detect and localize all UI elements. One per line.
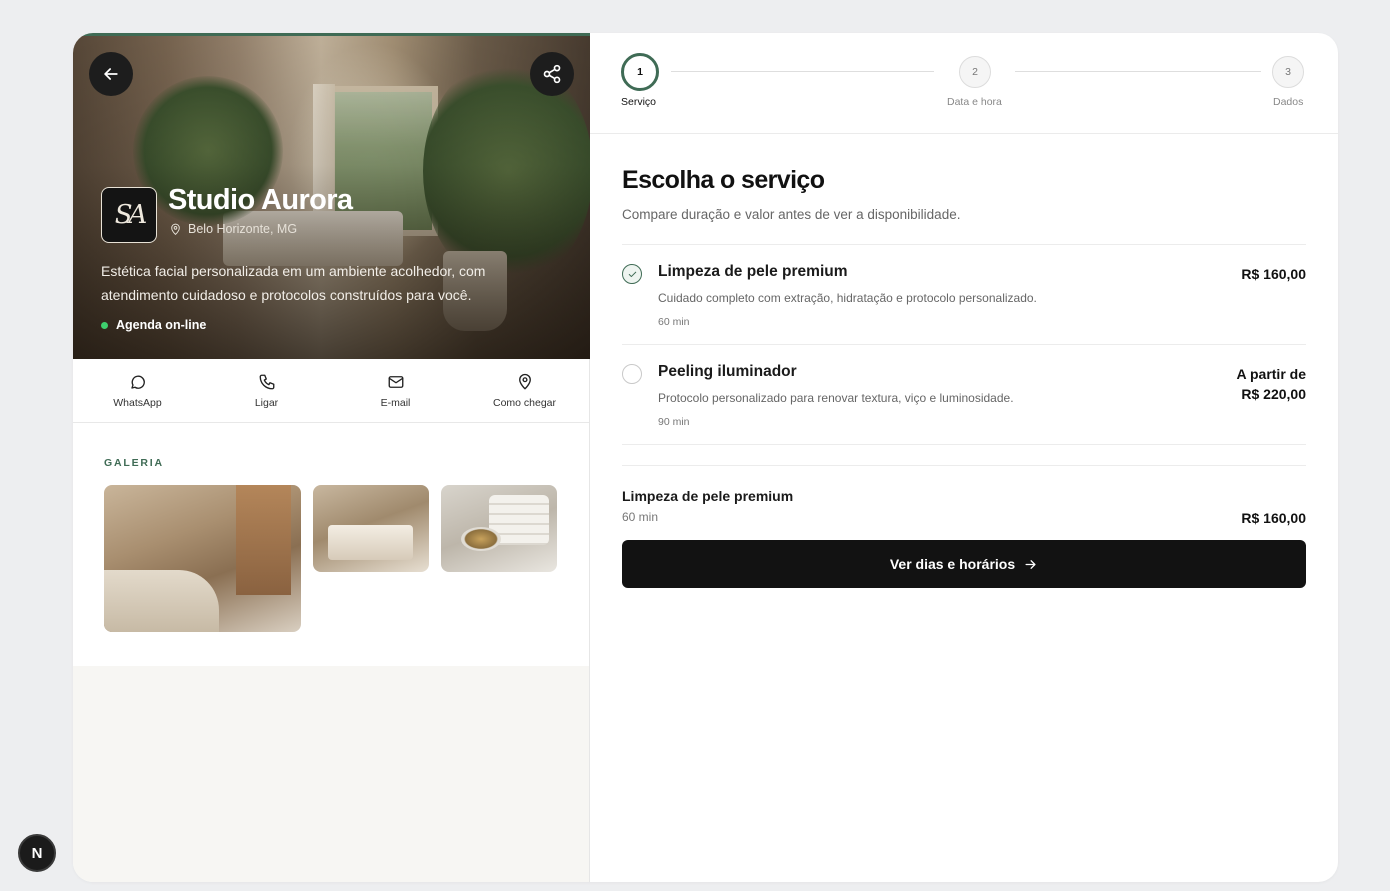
cta-label: Ver dias e horários (889, 556, 1016, 572)
service-duration: 60 min (658, 316, 690, 328)
gallery-title: GALERIA (104, 457, 164, 469)
service-option[interactable]: Limpeza de pele premium Cuidado completo… (622, 245, 1306, 345)
mail-icon (388, 375, 403, 388)
studio-location: Belo Horizonte, MG (169, 222, 297, 236)
phone-icon (259, 374, 274, 389)
share-button[interactable] (530, 52, 574, 96)
studio-description: Estética facial personalizada em um ambi… (101, 263, 486, 303)
price-value: R$ 160,00 (1241, 266, 1306, 282)
action-email[interactable]: E-mail (331, 359, 460, 422)
contact-actions: WhatsApp Ligar E-mail Como chegar (73, 359, 589, 423)
gallery-image-treatment-room[interactable] (313, 485, 429, 572)
studio-panel: SA Studio Aurora Belo Horizonte, MG Esté… (73, 33, 590, 882)
studio-name: Studio Aurora (168, 184, 353, 216)
action-call[interactable]: Ligar (202, 359, 331, 422)
service-duration: 90 min (658, 416, 690, 428)
step-3-label: Dados (1273, 96, 1304, 108)
location-text: Belo Horizonte, MG (188, 222, 298, 236)
summary-price: R$ 160,00 (1241, 510, 1306, 526)
map-pin-icon (171, 223, 180, 235)
booking-stepper: 1 Serviço 2 Data e hora 3 Dados (590, 33, 1338, 134)
gallery-section: GALERIA (73, 423, 589, 666)
action-label: Ligar (254, 396, 279, 409)
summary-service-name: Limpeza de pele premium (622, 488, 794, 504)
arrow-left-icon (104, 68, 118, 80)
price-prefix: A partir de (1236, 366, 1307, 382)
back-button[interactable] (89, 52, 133, 96)
map-pin-icon (518, 373, 531, 389)
status-badge: Agenda on-line (101, 318, 206, 332)
studio-logo: SA (101, 187, 157, 243)
check-icon (628, 271, 636, 277)
step-3-circle[interactable]: 3 (1272, 56, 1304, 88)
service-name: Peeling iluminador (658, 363, 797, 380)
dev-tools-badge[interactable]: N (18, 834, 56, 872)
service-price: R$ 160,00 (1241, 264, 1306, 284)
logo-initials: SA (114, 200, 148, 230)
service-option[interactable]: Peeling iluminador Protocolo personaliza… (622, 345, 1306, 445)
service-list: Limpeza de pele premium Cuidado completo… (622, 244, 1306, 445)
service-description: Cuidado completo com extração, hidrataçã… (658, 291, 1037, 305)
page-subtitle: Compare duração e valor antes de ver a d… (622, 207, 961, 222)
action-label: E-mail (380, 396, 411, 409)
action-directions[interactable]: Como chegar (460, 359, 589, 422)
action-whatsapp[interactable]: WhatsApp (73, 359, 202, 422)
step-1-circle[interactable]: 1 (621, 53, 659, 91)
service-name: Limpeza de pele premium (658, 263, 848, 280)
selection-summary: Limpeza de pele premium 60 min R$ 160,00… (622, 465, 1306, 588)
service-price: A partir de R$ 220,00 (1237, 364, 1307, 404)
share-icon (543, 64, 561, 84)
service-radio[interactable] (622, 364, 642, 384)
arrow-right-icon (1025, 559, 1036, 569)
service-description: Protocolo personalizado para renovar tex… (658, 391, 1014, 405)
step-connector (671, 71, 934, 72)
see-availability-button[interactable]: Ver dias e horários (622, 540, 1306, 588)
gallery-thumbs (104, 485, 558, 632)
step-1-label: Serviço (621, 96, 657, 108)
status-dot (101, 321, 108, 329)
step-connector (1015, 71, 1261, 72)
gallery-image-towels[interactable] (441, 485, 557, 572)
booking-card: SA Studio Aurora Belo Horizonte, MG Esté… (73, 33, 1338, 882)
page-title: Escolha o serviço (622, 166, 825, 194)
gallery-image-reception[interactable] (104, 485, 301, 632)
whatsapp-icon (130, 375, 145, 389)
booking-panel: 1 Serviço 2 Data e hora 3 Dados Escolha … (590, 33, 1338, 882)
service-radio-checked[interactable] (622, 264, 642, 284)
action-label: WhatsApp (113, 396, 162, 409)
hero-image: SA Studio Aurora Belo Horizonte, MG Esté… (73, 33, 590, 359)
price-value: R$ 220,00 (1241, 386, 1306, 402)
action-label: Como chegar (492, 396, 557, 409)
summary-duration: 60 min (622, 510, 659, 524)
status-text: Agenda on-line (116, 318, 207, 332)
step-2-circle[interactable]: 2 (959, 56, 991, 88)
service-selection: Escolha o serviço Compare duração e valo… (590, 134, 1338, 588)
step-2-label: Data e hora (947, 96, 1002, 108)
